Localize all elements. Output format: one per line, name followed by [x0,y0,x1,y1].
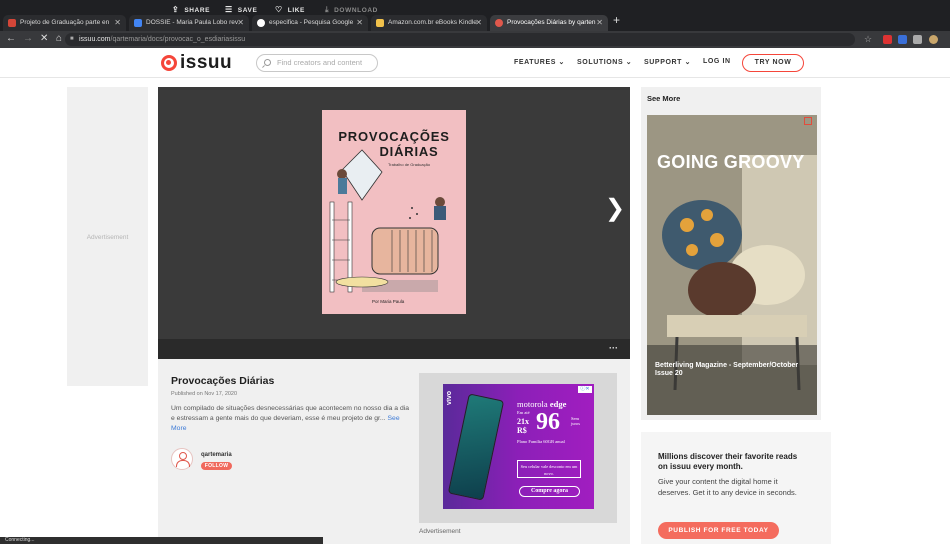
url-path: /qartemaria/docs/provocac_o_esdiariasiss… [110,36,246,43]
tab-projeto[interactable]: Projeto de Graduação parte en ✕ [3,15,126,31]
tab-amazon[interactable]: Amazon.com.br eBooks Kindle ✕ [371,15,487,31]
issuu-logo[interactable]: issuu [161,52,233,73]
issuu-icon [495,19,503,27]
search-input[interactable]: Find creators and content [256,54,378,72]
extension-icon[interactable] [898,35,907,44]
close-icon[interactable]: ✕ [475,15,482,31]
left-advertisement[interactable]: Advertisement [67,87,148,386]
cover-author: Por Maria Paula [372,299,405,304]
ad-installments-count: 21x [517,417,529,426]
more-options-button[interactable]: ··· [609,339,618,359]
ad-currency: R$ [517,426,527,435]
ad-brand: motorola edge [517,399,566,409]
tab-title: Projeto de Graduação parte en [20,19,110,26]
cover-title: PROVOCAÇÕES DIÁRIAS [322,129,466,159]
like-label: LIKE [287,7,305,14]
cover-title-line-2: DIÁRIAS [379,144,439,159]
docs-icon [134,19,142,27]
amazon-icon [376,19,384,27]
home-icon[interactable]: ⌂ [56,32,62,46]
save-icon: ☰ [225,5,233,14]
tab-title: Provocações Diárias by qarten [507,19,596,26]
issuu-logo-icon [161,55,177,71]
ad-cta-button[interactable]: Compre agora [519,486,580,497]
address-bar[interactable]: ■ issuu.com/qartemaria/docs/provocac_o_es… [65,33,855,46]
share-icon: ⇪ [172,5,180,14]
browser-toolbar: ← → ✕ ⌂ ■ issuu.com/qartemaria/docs/provo… [0,31,950,48]
share-button[interactable]: ⇪ SHARE [172,0,210,20]
browser-tabbar: Projeto de Graduação parte en ✕ DOSSIE -… [0,0,950,31]
ad-label: Advertisement [86,234,129,241]
follow-button[interactable]: FOLLOW [201,462,232,470]
ad-brand-name: edge [549,399,567,409]
ad-plan-text: Plano Família 60GB anual [517,439,565,444]
profile-avatar[interactable] [929,35,938,44]
ad-price: 96 [536,409,560,435]
url-domain: issuu.com [79,36,111,43]
ad-close-icon[interactable]: ⓘ✕ [578,386,592,393]
publish-free-button[interactable]: PUBLISH FOR FREE TODAY [658,522,779,539]
tab-title: especifica - Pesquisa Google [269,19,354,26]
ad-label: Advertisement [419,528,461,535]
publish-date: Published on Nov 17, 2020 [171,391,238,397]
author-avatar[interactable] [171,448,193,470]
promo-title: Millions discover their favorite reads o… [658,452,798,471]
like-button[interactable]: ♡ LIKE [275,0,305,20]
site-header: issuu Find creators and content FEATURES… [0,48,950,78]
promo-text: Give your content the digital home it de… [658,477,797,497]
nav-solutions[interactable]: SOLUTIONS ⌄ [577,58,632,66]
description-text: Um compilado de situações desnecessárias… [171,405,410,422]
share-label: SHARE [184,7,211,14]
save-button[interactable]: ☰ SAVE [225,0,257,20]
puzzle-icon[interactable] [913,35,922,44]
download-icon: ⤓ [325,5,330,14]
stop-icon[interactable]: ✕ [40,32,48,46]
nav-login[interactable]: LOG IN [703,58,731,65]
cover-title-line-1: PROVOCAÇÕES [338,129,450,144]
author-name[interactable]: qartemaria [201,452,232,458]
vivo-logo: vivo [446,391,453,406]
extension-icon[interactable] [883,35,892,44]
document-cover[interactable]: PROVOCAÇÕES DIÁRIAS Trabalho de Graduaçã… [322,110,466,314]
magazine-title: GOING GROOVY [657,152,805,172]
new-tab-button[interactable]: + [613,13,620,27]
star-icon[interactable]: ☆ [864,32,872,46]
close-icon[interactable]: ✕ [596,15,603,31]
publication-badge-icon [804,117,812,125]
nav-features[interactable]: FEATURES ⌄ [514,58,565,66]
tab-title: Amazon.com.br eBooks Kindle [388,19,477,26]
logo-text: issuu [180,52,233,73]
search-placeholder: Find creators and content [277,58,363,67]
cover-subtitle: Trabalho de Graduação [387,162,431,167]
status-bar: Connecting... [0,537,323,544]
back-arrow-icon[interactable]: ← [6,32,16,46]
close-icon[interactable]: ✕ [114,15,121,31]
download-button[interactable]: ⤓ DOWNLOAD [325,0,378,20]
tab-issuu-active[interactable]: Provocações Diárias by qarten ✕ [490,15,608,31]
ad-brand-prefix: motorola [517,399,548,409]
ad-discount-box: Seu celular vale desconto em um novo. [517,460,581,478]
forward-arrow-icon[interactable]: → [23,32,33,46]
ad-small-text: Em até [517,410,530,415]
lock-icon: ■ [70,36,74,42]
google-icon [257,19,265,27]
ad-interest-text: Sem juros [571,416,580,426]
next-page-arrow-icon[interactable]: ❯ [605,197,625,221]
save-label: SAVE [237,7,258,14]
heart-icon: ♡ [275,5,283,14]
tab-title: DOSSIE - Maria Paula Lobo rev [146,19,239,26]
document-title: Provocações Diárias [171,375,275,387]
download-label: DOWNLOAD [334,7,378,14]
reader-toolbar [158,339,630,359]
nav-support[interactable]: SUPPORT ⌄ [644,58,691,66]
ad-installments: 21x R$ [517,417,529,435]
gmail-icon [8,19,16,27]
see-more-heading: See More [647,94,681,103]
search-icon [264,59,271,66]
document-description: Um compilado de situações desnecessárias… [171,404,411,434]
magazine-caption[interactable]: Betterliving Magazine - September/Octobe… [655,362,805,378]
try-now-button[interactable]: TRY NOW [742,54,804,72]
